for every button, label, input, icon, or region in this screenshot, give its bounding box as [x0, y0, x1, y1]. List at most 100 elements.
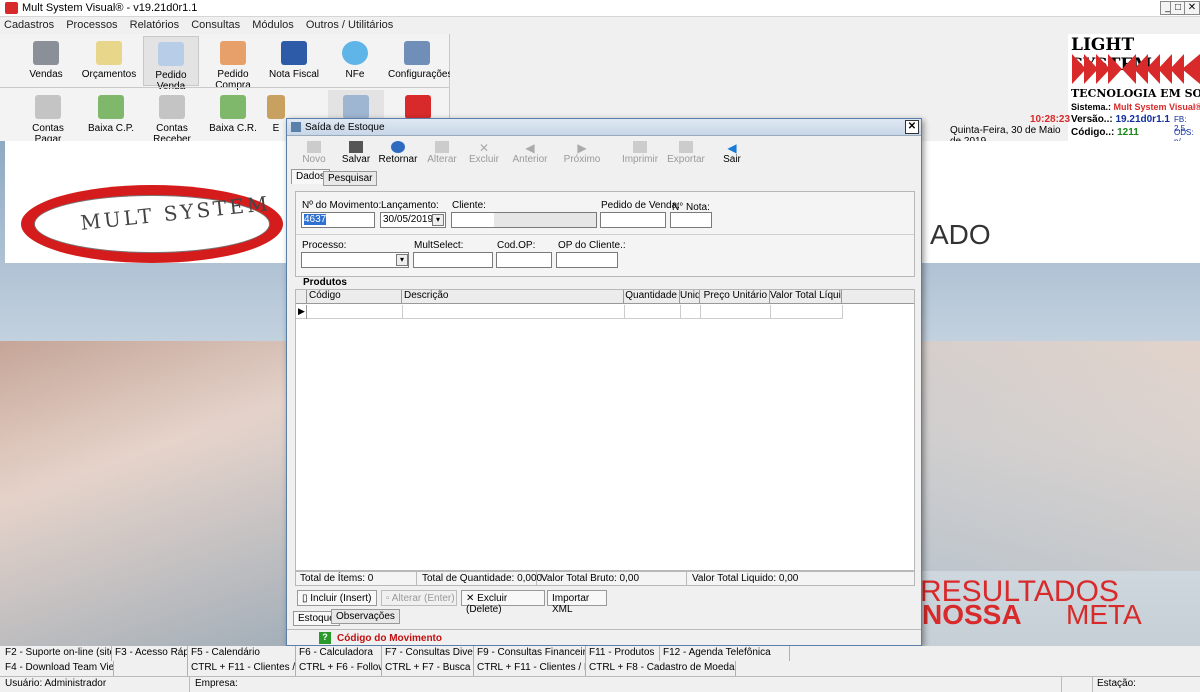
novo-button[interactable]: Novo: [293, 140, 335, 166]
tab-observacoes[interactable]: Observações: [331, 609, 400, 624]
salvar-button[interactable]: Salvar: [335, 140, 377, 166]
printer-icon: [633, 141, 647, 153]
exportar-button[interactable]: Exportar: [665, 140, 707, 166]
orcamentos-button[interactable]: Orçamentos: [81, 36, 137, 86]
clock: 10:28:23: [1030, 114, 1071, 125]
menu-bar: Cadastros Processos Relatórios Consultas…: [0, 17, 1200, 34]
alterar-button[interactable]: Alterar: [421, 140, 463, 166]
status-estacao: Estação:: [1092, 677, 1200, 692]
close-button[interactable]: ✕: [1184, 1, 1200, 15]
brand-arrows-logo: [1072, 54, 1200, 84]
row-indicator-icon: ▶: [298, 306, 305, 316]
fkey-f4[interactable]: F4 - Download Team Viewer: [2, 661, 114, 676]
money-minus-icon: [98, 95, 124, 119]
brand-panel: LIGHT SYSTEM TECNOLOGIA EM SOFTWARE 10:2…: [1030, 34, 1200, 146]
status-bar: Usuário: Administrador Empresa: Estação:: [0, 676, 1200, 692]
proximo-button[interactable]: ▶ Próximo: [561, 140, 603, 166]
fkey-f7[interactable]: F7 - Consultas Diversas: [382, 646, 474, 661]
menu-consultas[interactable]: Consultas: [187, 17, 245, 31]
fkey-f9[interactable]: F9 - Consultas Financeiro: [474, 646, 586, 661]
col-quantidade[interactable]: Quantidade: [624, 290, 680, 304]
document-icon: [158, 42, 184, 66]
col-preco[interactable]: Preço Unitário: [700, 290, 770, 304]
fkey-f2[interactable]: F2 - Suporte on-line (site): [2, 646, 112, 661]
dialog-title: Saída de Estoque: [305, 122, 385, 133]
vendas-button[interactable]: Vendas: [18, 36, 74, 86]
grid-actions: ▯ Incluir (Insert) ▫ Alterar (Enter) ✕ E…: [295, 589, 917, 615]
movimento-field[interactable]: 4637: [301, 212, 375, 228]
col-descricao[interactable]: Descrição: [402, 290, 624, 304]
menu-cadastros[interactable]: Cadastros: [0, 17, 59, 31]
window-title: Mult System Visual® - v19.21d0r1.1: [22, 2, 198, 14]
codop-field[interactable]: [496, 252, 552, 268]
fkey-f3[interactable]: F3 - Acesso Rápido: [112, 646, 188, 661]
meta-text: META: [1066, 599, 1142, 630]
baixa-cp-button[interactable]: Baixa C.P.: [83, 90, 139, 140]
fkey-f12[interactable]: F12 - Agenda Telefônica: [660, 646, 790, 661]
baixa-cr-button[interactable]: Baixa C.R.: [205, 90, 261, 140]
configuracoes-button[interactable]: Configurações: [388, 36, 452, 86]
processo-select[interactable]: [301, 252, 409, 268]
excluir-item-button[interactable]: ✕ Excluir (Delete): [461, 590, 545, 615]
dialog-close-button[interactable]: ✕: [905, 120, 919, 134]
anterior-button[interactable]: ◀ Anterior: [509, 140, 551, 166]
cliente-field[interactable]: [451, 212, 597, 228]
multselect-field[interactable]: [413, 252, 493, 268]
fkey-ctrl-f7[interactable]: CTRL + F7 - Busca CEP: [382, 661, 474, 676]
importar-xml-button[interactable]: Importar XML: [547, 590, 607, 615]
tab-pesquisar[interactable]: Pesquisar: [323, 171, 378, 186]
menu-modulos[interactable]: Módulos: [248, 17, 299, 31]
menu-relatorios[interactable]: Relatórios: [126, 17, 185, 31]
fkey-ctrl-f11[interactable]: CTRL + F11 - Clientes / Forn: [188, 661, 296, 676]
pedido-venda-button[interactable]: Pedido Venda: [143, 36, 199, 92]
fkey-ctrl-f6[interactable]: CTRL + F6 - Follow-up: [296, 661, 382, 676]
pedido-compra-button[interactable]: Pedido Compra: [202, 36, 264, 91]
x-icon: ✕: [466, 593, 478, 604]
pedido-venda-field[interactable]: [600, 212, 666, 228]
arrow-down-box-icon: [159, 95, 185, 119]
fkey-f11[interactable]: F11 - Produtos: [586, 646, 660, 661]
ado-text: ADO: [930, 219, 991, 250]
money-plus-icon: [220, 95, 246, 119]
arrow-left-icon: ◀: [525, 141, 535, 155]
incluir-button[interactable]: ▯ Incluir (Insert): [297, 590, 377, 606]
opcliente-field[interactable]: [556, 252, 618, 268]
alterar-item-button[interactable]: ▫ Alterar (Enter): [381, 590, 457, 606]
col-unid[interactable]: Unid: [680, 290, 700, 304]
excluir-button[interactable]: ✕ Excluir: [463, 140, 505, 166]
imprimir-button[interactable]: Imprimir: [619, 140, 661, 166]
date-dropdown-button[interactable]: ▾: [432, 214, 444, 226]
contas-receber-button[interactable]: Contas Receber: [140, 90, 204, 145]
status-empresa: Empresa:: [192, 677, 1062, 692]
total-quantidade: Total de Quantidade: 0,000: [422, 573, 543, 584]
fkey-ctrl-f11-b[interactable]: CTRL + F11 - Clientes / Forn: [474, 661, 586, 676]
brand-tagline: TECNOLOGIA EM SOFTWARE: [1071, 87, 1200, 100]
col-valor-total[interactable]: Valor Total Líquido: [770, 290, 842, 304]
nossa-text: NOSSA: [922, 599, 1022, 630]
dialog-title-bar: Saída de Estoque ✕: [287, 119, 921, 136]
x-icon: ✕: [478, 141, 490, 155]
retornar-button[interactable]: Retornar: [377, 140, 419, 166]
col-codigo[interactable]: Código: [306, 290, 402, 304]
status-message: Código do Movimento: [337, 633, 442, 644]
nota-fiscal-button[interactable]: Nota Fiscal: [266, 36, 322, 86]
fkeys-row-1: F2 - Suporte on-line (site) F3 - Acesso …: [0, 646, 1200, 661]
sair-button[interactable]: ◀ Sair: [711, 140, 753, 166]
menu-processos[interactable]: Processos: [62, 17, 122, 31]
produtos-title: Produtos: [303, 277, 347, 288]
estoque-button[interactable]: E: [266, 90, 286, 140]
fkey-f6[interactable]: F6 - Calculadora: [296, 646, 382, 661]
title-bar: Mult System Visual® - v19.21d0r1.1 _ □ ✕: [0, 0, 1200, 17]
menu-outros[interactable]: Outros / Utilitários: [302, 17, 398, 31]
nfe-button[interactable]: NFe: [327, 36, 383, 86]
fkey-f5[interactable]: F5 - Calendário: [188, 646, 296, 661]
dialog-icon: [291, 122, 301, 132]
contas-pagar-button[interactable]: Contas Pagar: [20, 90, 76, 145]
nota-field[interactable]: [670, 212, 712, 228]
total-itens: Total de Ítems: 0: [300, 573, 374, 584]
table-row[interactable]: ▶: [296, 305, 843, 319]
fkey-ctrl-f8[interactable]: CTRL + F8 - Cadastro de Moedas: [586, 661, 736, 676]
valor-liquido: Valor Total Liquido: 0,00: [692, 573, 799, 584]
processo-dropdown-button[interactable]: ▾: [396, 254, 408, 266]
produtos-grid[interactable]: Código Descrição Quantidade Unid Preço U…: [295, 289, 915, 571]
